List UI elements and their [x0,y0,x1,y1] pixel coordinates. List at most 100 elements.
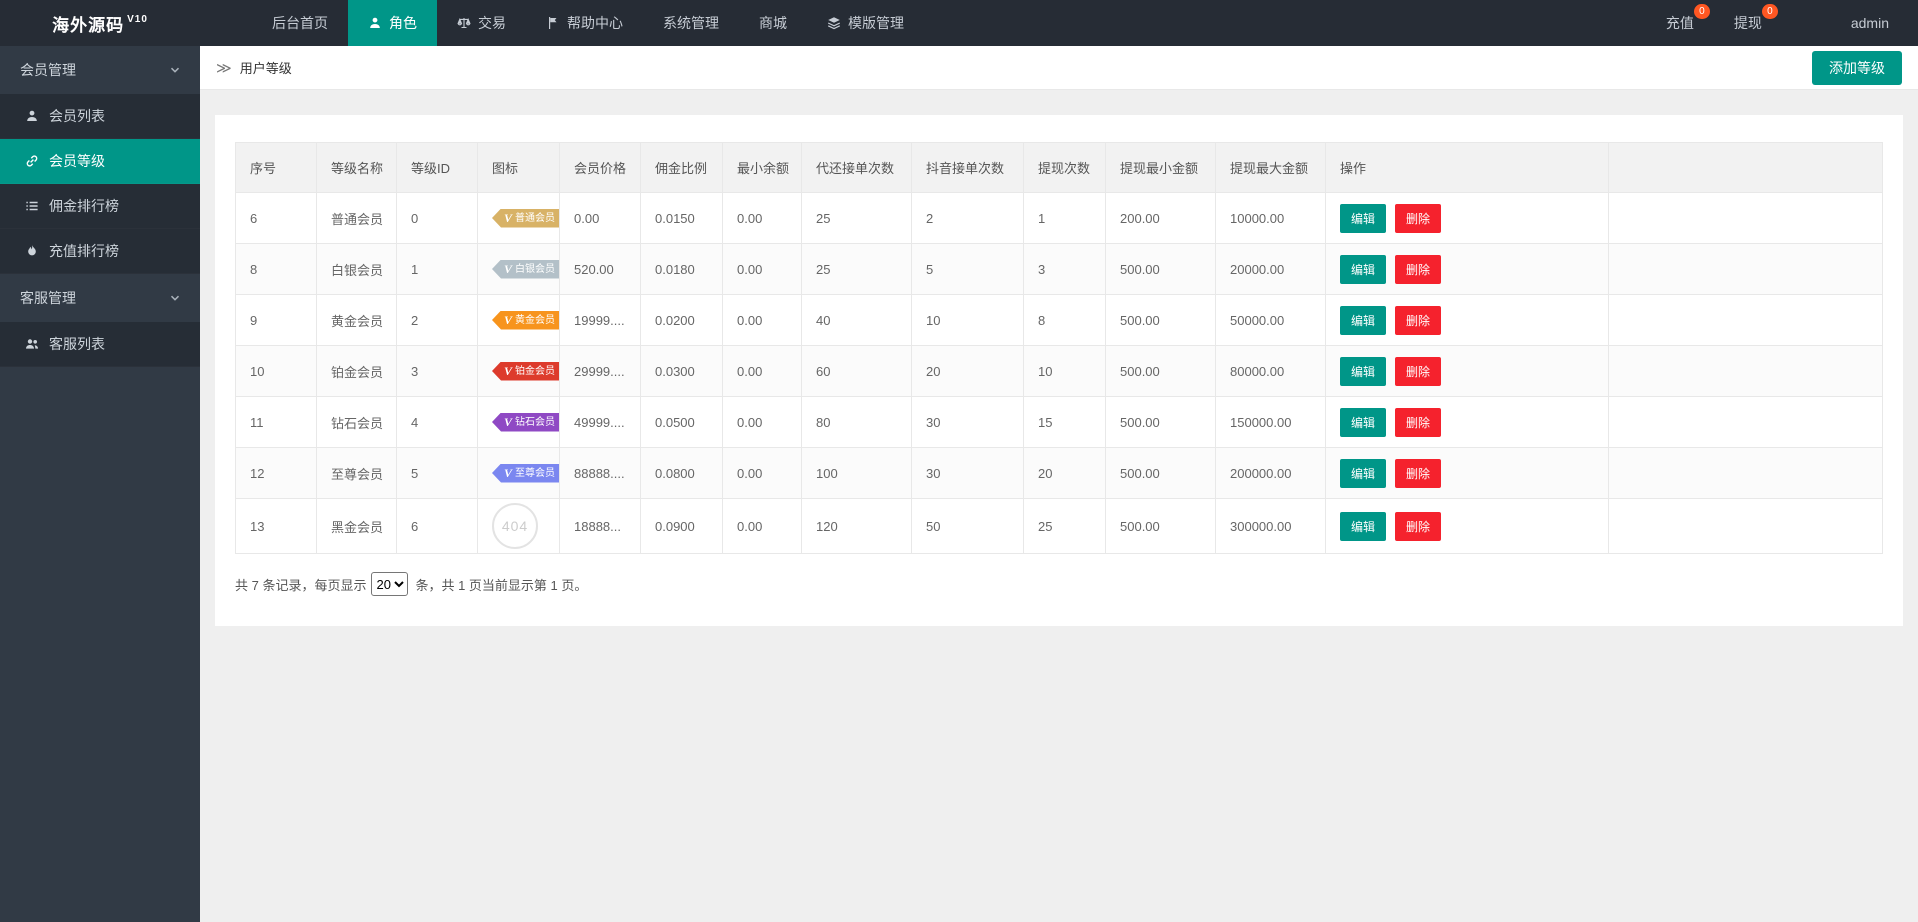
edit-button[interactable]: 编辑 [1340,357,1386,386]
user-icon [368,16,382,30]
tier-badge-label: 普通会员 [515,209,555,228]
cell-daihuan_orders: 120 [802,499,912,554]
nav-item-label: 模版管理 [848,13,904,33]
cell-spacer [1609,499,1883,554]
edit-button[interactable]: 编辑 [1340,255,1386,284]
cell-withdraw_times: 1 [1024,193,1106,244]
delete-button[interactable]: 删除 [1395,408,1441,437]
fire-icon [25,244,39,258]
cell-actions: 编辑删除 [1326,499,1609,554]
col-header-seq: 序号 [236,143,317,193]
cell-commission: 0.0180 [641,244,723,295]
sidebar-item-2-1[interactable]: 客服列表 [0,322,200,367]
flag-icon [546,16,560,30]
sidebar-item-label: 会员列表 [49,106,105,126]
nav-item-3[interactable]: 交易 [437,0,526,46]
pagination-prefix: 共 7 条记录，每页显示 [235,575,366,594]
nav-item-label: 交易 [478,13,506,33]
tier-badge-label: 黄金会员 [515,311,555,330]
app-logo: 海外源码V10 [0,0,200,46]
sidebar-section-2[interactable]: 客服管理 [0,274,200,322]
add-level-button[interactable]: 添加等级 [1812,51,1902,85]
breadcrumb: 用户等级 [240,58,292,77]
col-header-price: 会员价格 [560,143,641,193]
col-header-actions: 操作 [1326,143,1609,193]
sidebar-section-1[interactable]: 会员管理 [0,46,200,94]
sidebar-item-1-4[interactable]: 充值排行榜 [0,229,200,274]
nav-item-label: 后台首页 [272,13,328,33]
delete-button[interactable]: 删除 [1395,512,1441,541]
quick-link-label: 充值 [1666,13,1694,33]
table-row: 13黑金会员640418888...0.09000.001205025500.0… [236,499,1883,554]
quick-links: 充值0提现0 [1646,0,1782,46]
sidebar-item-1-1[interactable]: 会员列表 [0,94,200,139]
cell-icon: V铂金会员 [478,346,560,397]
cell-withdraw_min: 500.00 [1106,346,1216,397]
cell-spacer [1609,448,1883,499]
cell-actions: 编辑删除 [1326,193,1609,244]
edit-button[interactable]: 编辑 [1340,306,1386,335]
sidebar-item-1-2[interactable]: 会员等级 [0,139,200,184]
count-badge: 0 [1694,4,1710,19]
cell-icon: V钻石会员 [478,397,560,448]
cell-min_balance: 0.00 [723,499,802,554]
edit-button[interactable]: 编辑 [1340,204,1386,233]
delete-button[interactable]: 删除 [1395,459,1441,488]
delete-button[interactable]: 删除 [1395,306,1441,335]
chevron-down-icon [168,63,182,77]
col-header-withdraw_max: 提现最大金额 [1216,143,1326,193]
edit-button[interactable]: 编辑 [1340,512,1386,541]
cell-commission: 0.0500 [641,397,723,448]
link-icon [25,154,39,168]
cell-actions: 编辑删除 [1326,346,1609,397]
cell-min_balance: 0.00 [723,397,802,448]
cell-douyin_orders: 10 [912,295,1024,346]
cell-daihuan_orders: 60 [802,346,912,397]
nav-item-label: 系统管理 [663,13,719,33]
tier-badge-label: 至尊会员 [515,464,555,483]
delete-button[interactable]: 删除 [1395,255,1441,284]
edit-button[interactable]: 编辑 [1340,459,1386,488]
cell-price: 0.00 [560,193,641,244]
cell-commission: 0.0150 [641,193,723,244]
cell-withdraw_min: 200.00 [1106,193,1216,244]
cell-level_id: 1 [397,244,478,295]
nav-item-6[interactable]: 商城 [739,0,807,46]
sidebar-collapse-button[interactable] [200,0,252,46]
v-glyph: V [504,413,512,432]
cell-withdraw_times: 3 [1024,244,1106,295]
nav-item-label: 角色 [389,13,417,33]
nav-item-1[interactable]: 后台首页 [252,0,348,46]
cell-price: 88888.... [560,448,641,499]
nav-item-2[interactable]: 角色 [348,0,437,46]
cell-min_balance: 0.00 [723,346,802,397]
quick-link-2[interactable]: 提现0 [1714,0,1782,46]
cell-douyin_orders: 2 [912,193,1024,244]
cell-min_balance: 0.00 [723,244,802,295]
page-size-select[interactable]: 20 [371,572,408,596]
sidebar-item-1-3[interactable]: 佣金排行榜 [0,184,200,229]
cell-level_id: 4 [397,397,478,448]
nav-item-7[interactable]: 模版管理 [807,0,924,46]
v-glyph: V [504,209,512,228]
table-row: 6普通会员0V普通会员0.000.01500.002521200.0010000… [236,193,1883,244]
col-header-withdraw_min: 提现最小金额 [1106,143,1216,193]
username: admin [1851,15,1889,31]
col-header-min_balance: 最小余额 [723,143,802,193]
cell-level_id: 0 [397,193,478,244]
refresh-button[interactable] [1782,0,1822,46]
cell-seq: 6 [236,193,317,244]
user-menu[interactable]: admin [1822,0,1918,46]
sidebar-item-label: 佣金排行榜 [49,196,119,216]
tier-badge-icon: V黄金会员 [492,311,560,330]
nav-item-5[interactable]: 系统管理 [643,0,739,46]
cell-withdraw_times: 25 [1024,499,1106,554]
quick-link-1[interactable]: 充值0 [1646,0,1714,46]
edit-button[interactable]: 编辑 [1340,408,1386,437]
nav-item-4[interactable]: 帮助中心 [526,0,643,46]
breadcrumb-bar: ≫ 用户等级 添加等级 [200,46,1918,90]
nav-item-label: 帮助中心 [567,13,623,33]
delete-button[interactable]: 删除 [1395,204,1441,233]
double-chevron-icon: ≫ [216,59,232,77]
delete-button[interactable]: 删除 [1395,357,1441,386]
